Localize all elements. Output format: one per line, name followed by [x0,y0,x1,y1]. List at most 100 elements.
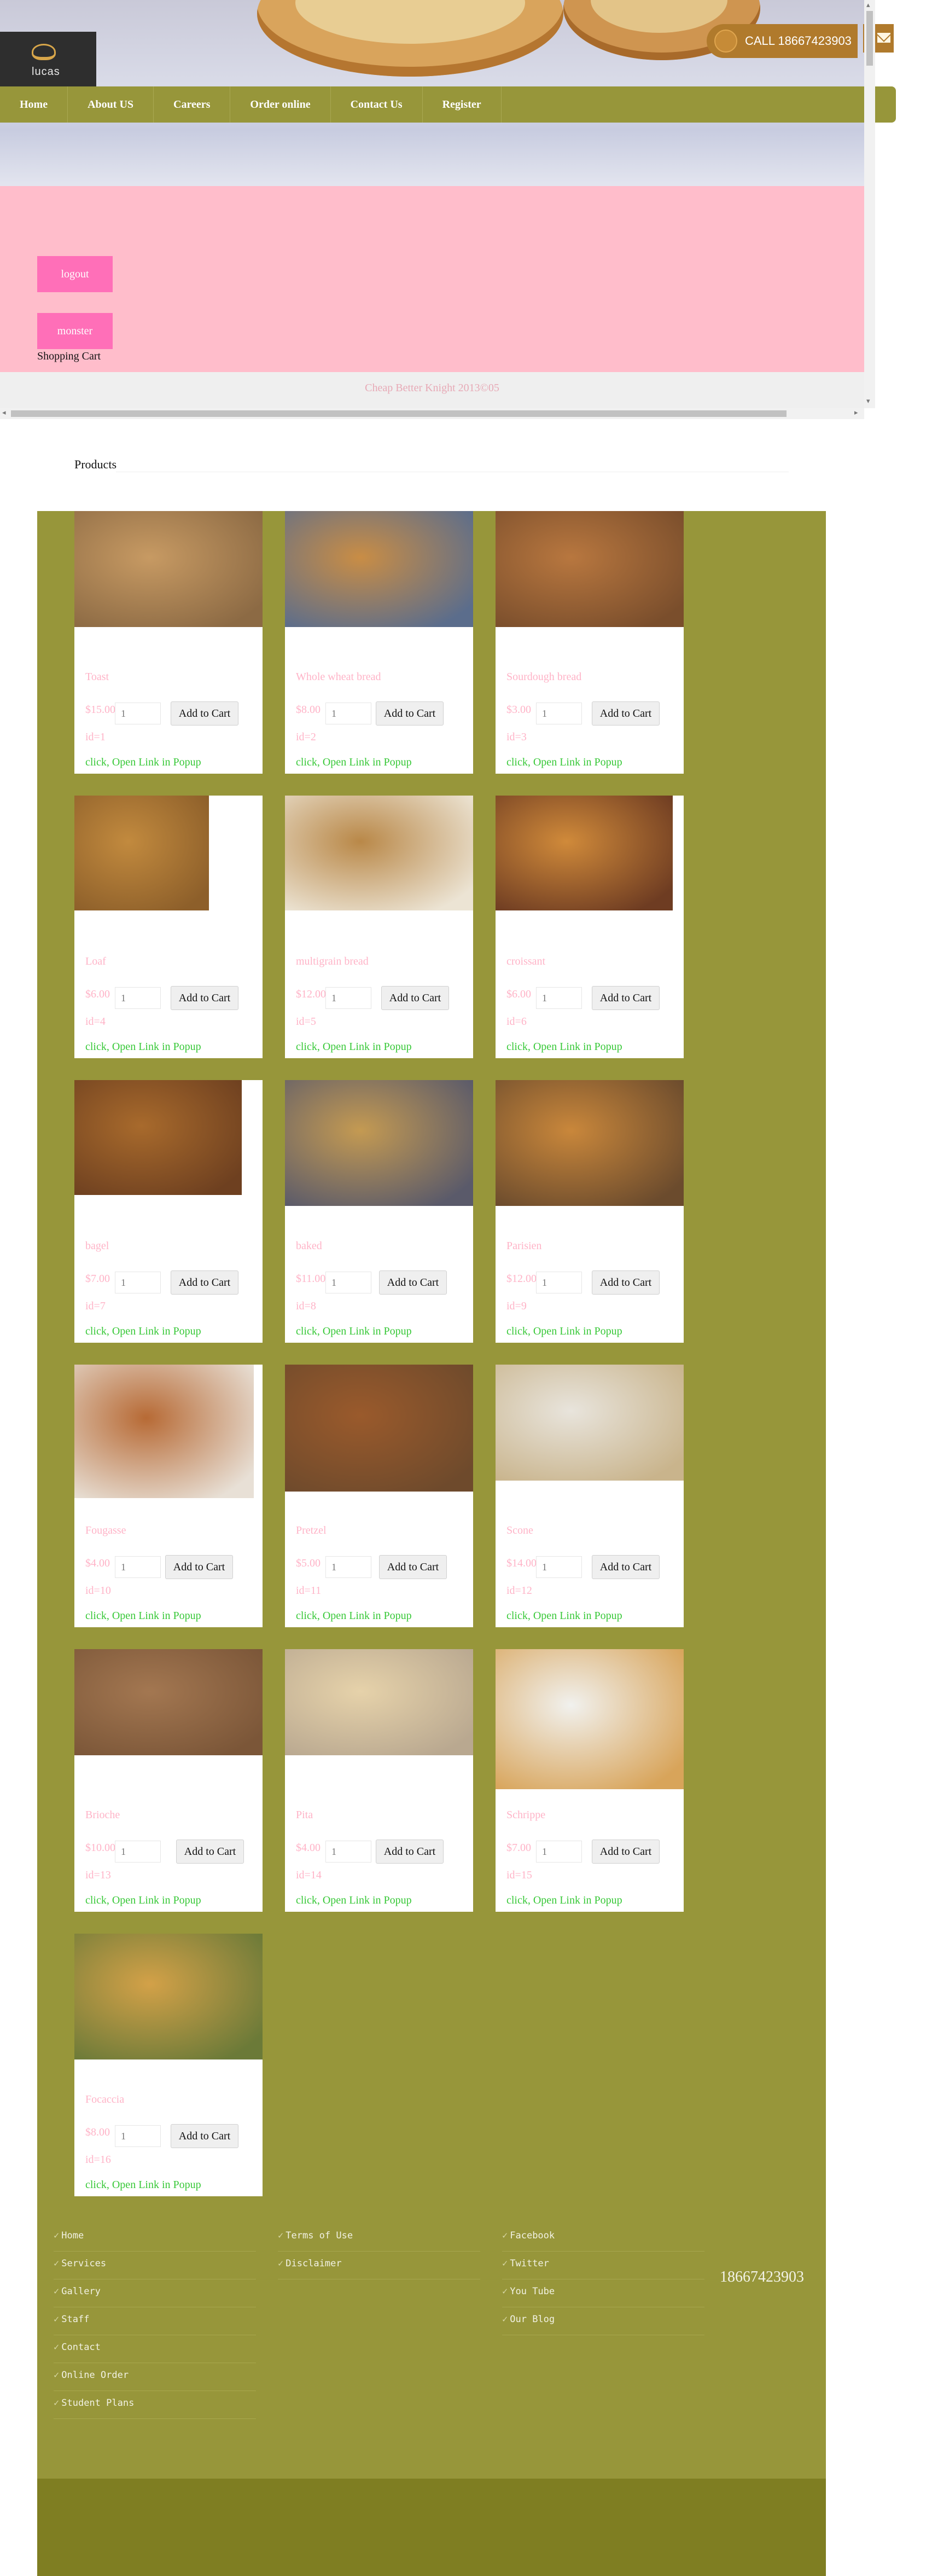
product-image[interactable] [74,1649,263,1755]
product-image[interactable] [496,511,684,627]
nav-item-home[interactable]: Home [0,86,68,123]
open-popup-link[interactable]: click, Open Link in Popup [85,1041,201,1053]
product-image[interactable] [74,796,209,910]
footer-link-blog[interactable]: ✓ Our Blog [502,2307,704,2335]
add-to-cart-button[interactable]: Add to Cart [592,986,660,1010]
nav-item-register[interactable]: Register [423,86,502,123]
product-image[interactable] [74,1365,254,1498]
quantity-input[interactable] [325,1841,371,1863]
open-popup-link[interactable]: click, Open Link in Popup [506,1610,622,1622]
add-to-cart-button[interactable]: Add to Cart [376,1840,444,1864]
open-popup-link[interactable]: click, Open Link in Popup [85,756,201,769]
quantity-input[interactable] [325,1556,371,1578]
logo[interactable]: lucas [0,32,96,88]
quantity-input[interactable] [536,1272,582,1293]
footer-link-contact[interactable]: ✓ Contact [54,2335,256,2363]
add-to-cart-button[interactable]: Add to Cart [592,701,660,726]
scroll-up-icon[interactable]: ▴ [866,1,870,9]
quantity-input[interactable] [115,987,161,1009]
nav-item-order-online[interactable]: Order online [230,86,331,123]
add-to-cart-button[interactable]: Add to Cart [381,986,449,1010]
quantity-input[interactable] [115,703,161,724]
product-image[interactable] [74,1080,242,1195]
quantity-input[interactable] [536,1841,582,1863]
add-to-cart-button[interactable]: Add to Cart [171,701,238,726]
product-image[interactable] [496,1649,684,1789]
footer-link-terms[interactable]: ✓ Terms of Use [278,2224,480,2252]
quantity-input[interactable] [115,1841,161,1863]
scroll-left-icon[interactable]: ◂ [2,409,6,417]
open-popup-link[interactable]: click, Open Link in Popup [85,2179,201,2191]
nav-item-about[interactable]: About US [68,86,154,123]
open-popup-link[interactable]: click, Open Link in Popup [85,1894,201,1907]
quantity-input[interactable] [115,2125,161,2147]
quantity-input[interactable] [536,987,582,1009]
product-image[interactable] [496,1080,684,1206]
footer-link-online-order[interactable]: ✓ Online Order [54,2363,256,2391]
add-to-cart-button[interactable]: Add to Cart [171,2124,238,2148]
vertical-scroll-thumb[interactable] [866,11,873,66]
footer-link-youtube[interactable]: ✓ You Tube [502,2279,704,2307]
quantity-input[interactable] [536,703,582,724]
open-popup-link[interactable]: click, Open Link in Popup [296,756,412,769]
product-image[interactable] [285,1080,473,1206]
open-popup-link[interactable]: click, Open Link in Popup [506,756,622,769]
quantity-input[interactable] [325,703,371,724]
scroll-right-icon[interactable]: ▸ [854,409,858,417]
nav-item-careers[interactable]: Careers [154,86,231,123]
horizontal-scroll-thumb[interactable] [11,410,787,417]
product-image[interactable] [285,1649,473,1755]
quantity-input[interactable] [115,1272,161,1293]
open-popup-link[interactable]: click, Open Link in Popup [506,1894,622,1907]
monster-button[interactable]: monster [37,313,113,349]
add-to-cart-button[interactable]: Add to Cart [379,1555,447,1579]
logout-button[interactable]: logout [37,256,113,292]
quantity-input[interactable] [115,1556,161,1578]
add-to-cart-button[interactable]: Add to Cart [592,1840,660,1864]
open-popup-link[interactable]: click, Open Link in Popup [296,1610,412,1622]
scroll-down-icon[interactable]: ▾ [866,397,870,405]
vertical-scrollbar[interactable]: ▴ ▾ [864,0,875,408]
open-popup-link[interactable]: click, Open Link in Popup [296,1041,412,1053]
footer-link-gallery[interactable]: ✓ Gallery [54,2279,256,2307]
product-image[interactable] [285,1365,473,1492]
open-popup-link[interactable]: click, Open Link in Popup [296,1894,412,1907]
quantity-input[interactable] [536,1556,582,1578]
product-image[interactable] [496,796,673,910]
footer-link-label: Our Blog [510,2314,555,2325]
nav-item-contact[interactable]: Contact Us [331,86,423,123]
footer-link-disclaimer[interactable]: ✓ Disclaimer [278,2252,480,2279]
footer-link-label: Facebook [510,2230,555,2241]
add-to-cart-button[interactable]: Add to Cart [165,1555,233,1579]
add-to-cart-button[interactable]: Add to Cart [379,1270,447,1295]
footer-link-student-plans[interactable]: ✓ Student Plans [54,2391,256,2419]
open-popup-link[interactable]: click, Open Link in Popup [296,1325,412,1338]
add-to-cart-button[interactable]: Add to Cart [171,986,238,1010]
product-image[interactable] [496,1365,684,1481]
open-popup-link[interactable]: click, Open Link in Popup [506,1041,622,1053]
products-heading: Products [74,457,116,471]
add-to-cart-button[interactable]: Add to Cart [176,1840,244,1864]
product-image[interactable] [285,796,473,910]
footer-link-services[interactable]: ✓ Services [54,2252,256,2279]
footer-link-facebook[interactable]: ✓ Facebook [502,2224,704,2252]
footer-link-twitter[interactable]: ✓ Twitter [502,2252,704,2279]
horizontal-scrollbar[interactable]: ◂ ▸ [0,408,864,419]
footer-link-home[interactable]: ✓ Home [54,2224,256,2252]
shopping-cart-label[interactable]: Shopping Cart [37,350,101,363]
product-image[interactable] [74,511,263,627]
product-image[interactable] [285,511,473,627]
call-badge[interactable]: CALL 18667423903 [707,24,858,58]
mail-icon[interactable] [876,32,892,44]
quantity-input[interactable] [325,1272,371,1293]
open-popup-link[interactable]: click, Open Link in Popup [85,1325,201,1338]
add-to-cart-button[interactable]: Add to Cart [171,1270,238,1295]
add-to-cart-button[interactable]: Add to Cart [592,1270,660,1295]
add-to-cart-button[interactable]: Add to Cart [376,701,444,726]
open-popup-link[interactable]: click, Open Link in Popup [85,1610,201,1622]
footer-link-staff[interactable]: ✓ Staff [54,2307,256,2335]
quantity-input[interactable] [325,987,371,1009]
add-to-cart-button[interactable]: Add to Cart [592,1555,660,1579]
open-popup-link[interactable]: click, Open Link in Popup [506,1325,622,1338]
product-image[interactable] [74,1934,263,2059]
